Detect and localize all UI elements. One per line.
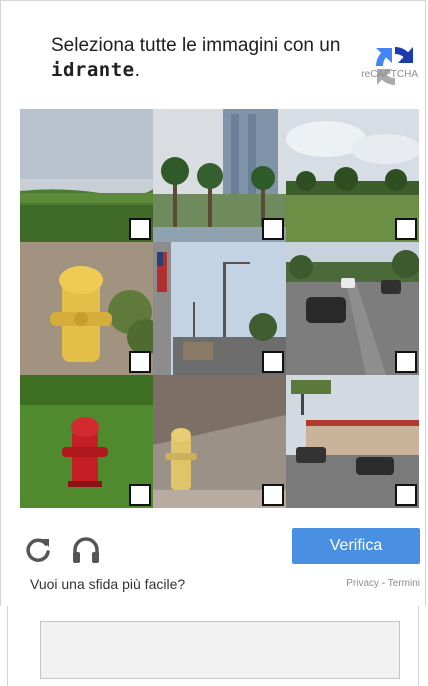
image-tile-1[interactable] <box>20 109 153 242</box>
recaptcha-brand-label: reCAPTCHA <box>361 69 418 80</box>
tile-checkbox[interactable] <box>395 484 417 506</box>
image-tile-8[interactable] <box>153 375 286 508</box>
reload-icon[interactable] <box>22 534 54 566</box>
tile-checkbox[interactable] <box>395 218 417 240</box>
link-separator: - <box>379 578 388 589</box>
tile-checkbox[interactable] <box>395 351 417 373</box>
terms-link[interactable]: Termini <box>388 578 420 589</box>
image-tile-2[interactable] <box>153 109 286 242</box>
verify-button[interactable]: Verifica <box>292 528 420 564</box>
tile-checkbox[interactable] <box>129 484 151 506</box>
easier-challenge-link[interactable]: Vuoi una sfida più facile? <box>30 576 185 592</box>
image-tile-6[interactable] <box>286 242 419 375</box>
image-tile-5[interactable] <box>153 242 286 375</box>
instruction-prefix: Seleziona tutte le immagini con un <box>51 35 341 56</box>
underlying-input-box[interactable] <box>40 621 400 679</box>
tile-checkbox[interactable] <box>129 351 151 373</box>
image-tile-3[interactable] <box>286 109 419 242</box>
instruction-suffix: . <box>134 60 140 81</box>
frame-edge-left <box>7 606 8 686</box>
image-tile-9[interactable] <box>286 375 419 508</box>
headphones-icon[interactable] <box>70 534 102 566</box>
captcha-footer: Verifica Vuoi una sfida più facile? Priv… <box>20 528 420 598</box>
image-grid <box>20 109 419 508</box>
recaptcha-logo-icon <box>376 47 413 85</box>
tile-checkbox[interactable] <box>262 351 284 373</box>
captcha-frame: Seleziona tutte le immagini con un idran… <box>0 0 426 606</box>
image-tile-4[interactable] <box>20 242 153 375</box>
instruction-text: Seleziona tutte le immagini con un idran… <box>51 33 351 83</box>
privacy-link[interactable]: Privacy <box>346 578 379 589</box>
tile-checkbox[interactable] <box>129 218 151 240</box>
instruction-target: idrante <box>51 59 135 81</box>
frame-edge-right <box>418 606 419 686</box>
footer-links: Privacy - Termini <box>346 578 420 589</box>
image-tile-7[interactable] <box>20 375 153 508</box>
captcha-header: Seleziona tutte le immagini con un idran… <box>20 19 419 109</box>
tile-checkbox[interactable] <box>262 484 284 506</box>
tile-checkbox[interactable] <box>262 218 284 240</box>
